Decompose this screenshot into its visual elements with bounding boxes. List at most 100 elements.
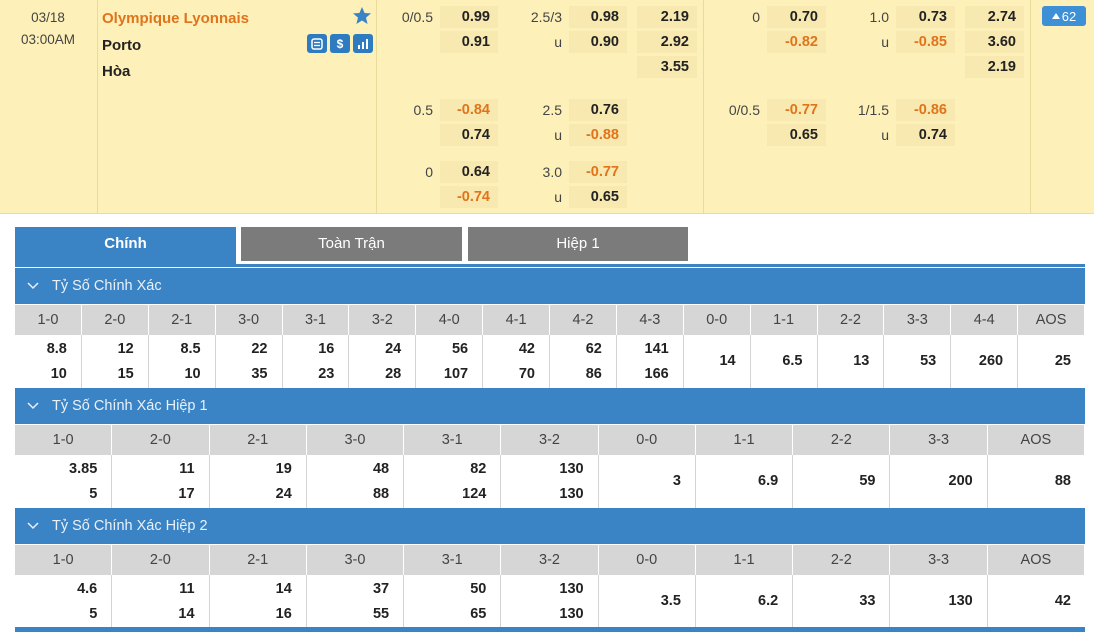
odds-value[interactable]: 28 bbox=[385, 362, 401, 387]
odds-value[interactable]: 23 bbox=[318, 362, 334, 387]
score-odds-cell[interactable]: 16 23 bbox=[282, 335, 350, 389]
score-odds-cell[interactable]: 88 bbox=[987, 455, 1085, 509]
odds-cell[interactable]: 0.99 bbox=[440, 6, 498, 28]
odds-cell[interactable]: 0.70 bbox=[767, 6, 826, 28]
score-odds-cell[interactable]: 42 bbox=[987, 575, 1085, 629]
odds-cell[interactable]: -0.86 bbox=[896, 99, 955, 121]
score-odds-cell[interactable]: 260 bbox=[951, 335, 1019, 389]
odds-value[interactable]: 13 bbox=[853, 349, 869, 374]
score-odds-cell[interactable]: 3.5 bbox=[598, 575, 696, 629]
score-odds-cell[interactable]: 6.9 bbox=[695, 455, 794, 509]
odds-cell[interactable]: 3.60 bbox=[965, 31, 1024, 53]
odds-cell[interactable]: 0.74 bbox=[440, 124, 498, 146]
odds-value[interactable]: 5 bbox=[89, 482, 97, 507]
odds-value[interactable]: 24 bbox=[385, 337, 401, 362]
odds-value[interactable]: 130 bbox=[559, 577, 583, 602]
more-odds-button[interactable]: 62 bbox=[1042, 6, 1086, 26]
odds-value[interactable]: 11 bbox=[179, 457, 194, 482]
score-odds-cell[interactable]: 13 bbox=[817, 335, 885, 389]
odds-value[interactable]: 24 bbox=[276, 482, 292, 507]
odds-value[interactable]: 14 bbox=[719, 349, 735, 374]
odds-value[interactable]: 200 bbox=[949, 469, 973, 494]
odds-value[interactable]: 70 bbox=[519, 362, 535, 387]
odds-value[interactable]: 53 bbox=[920, 349, 936, 374]
favorite-star-icon[interactable] bbox=[352, 6, 372, 26]
odds-cell[interactable]: -0.77 bbox=[569, 161, 627, 183]
odds-cell[interactable]: 3.55 bbox=[637, 56, 697, 78]
odds-value[interactable]: 42 bbox=[1055, 589, 1071, 614]
score-odds-cell[interactable]: 62 86 bbox=[550, 335, 617, 389]
odds-value[interactable]: 82 bbox=[470, 457, 486, 482]
score-odds-cell[interactable]: 3 bbox=[598, 455, 696, 509]
score-odds-cell[interactable]: 14 16 bbox=[209, 575, 307, 629]
tab-full-match[interactable]: Toàn Trận bbox=[241, 227, 462, 261]
odds-cell[interactable]: -0.85 bbox=[896, 31, 955, 53]
score-odds-cell[interactable]: 130 bbox=[890, 575, 988, 629]
score-odds-cell[interactable]: 11 14 bbox=[112, 575, 210, 629]
odds-value[interactable]: 33 bbox=[859, 589, 875, 614]
score-odds-cell[interactable]: 19 24 bbox=[209, 455, 307, 509]
odds-cell[interactable]: 0.91 bbox=[440, 31, 498, 53]
odds-value[interactable]: 22 bbox=[251, 337, 267, 362]
odds-value[interactable]: 5 bbox=[89, 602, 97, 627]
score-odds-cell[interactable]: 3.85 5 bbox=[15, 455, 113, 509]
dollar-icon[interactable]: $ bbox=[330, 34, 350, 53]
odds-value[interactable]: 59 bbox=[859, 469, 875, 494]
odds-value[interactable]: 10 bbox=[51, 362, 67, 387]
odds-cell[interactable]: 2.19 bbox=[965, 56, 1024, 78]
odds-cell[interactable]: -0.84 bbox=[440, 99, 498, 121]
odds-value[interactable]: 62 bbox=[586, 337, 602, 362]
odds-value[interactable]: 6.5 bbox=[782, 349, 802, 374]
odds-value[interactable]: 141 bbox=[645, 337, 669, 362]
odds-cell[interactable]: 2.19 bbox=[637, 6, 697, 28]
score-odds-cell[interactable]: 42 70 bbox=[483, 335, 550, 389]
odds-value[interactable]: 86 bbox=[586, 362, 602, 387]
odds-value[interactable]: 14 bbox=[276, 577, 292, 602]
score-odds-cell[interactable]: 24 28 bbox=[349, 335, 417, 389]
odds-cell[interactable]: 0.65 bbox=[767, 124, 826, 146]
chevron-down-icon[interactable] bbox=[25, 268, 41, 304]
odds-value[interactable]: 8.5 bbox=[180, 337, 200, 362]
odds-value[interactable]: 166 bbox=[645, 362, 669, 387]
odds-cell[interactable]: 2.92 bbox=[637, 31, 697, 53]
score-odds-cell[interactable]: 33 bbox=[793, 575, 891, 629]
score-odds-cell[interactable]: 4.6 5 bbox=[15, 575, 113, 629]
odds-value[interactable]: 124 bbox=[462, 482, 486, 507]
score-odds-cell[interactable]: 11 17 bbox=[112, 455, 210, 509]
odds-value[interactable]: 37 bbox=[373, 577, 389, 602]
odds-cell[interactable]: 0.73 bbox=[896, 6, 955, 28]
score-odds-cell[interactable]: 48 88 bbox=[306, 455, 405, 509]
odds-cell[interactable]: -0.82 bbox=[767, 31, 826, 53]
odds-value[interactable]: 6.9 bbox=[758, 469, 778, 494]
odds-cell[interactable]: 2.74 bbox=[965, 6, 1024, 28]
section-header[interactable]: Tỷ Số Chính Xác Hiệp 1 bbox=[15, 388, 1085, 424]
odds-value[interactable]: 3 bbox=[673, 469, 681, 494]
odds-cell[interactable]: -0.77 bbox=[767, 99, 826, 121]
score-odds-cell[interactable]: 141 166 bbox=[616, 335, 684, 389]
chevron-down-icon[interactable] bbox=[25, 388, 41, 424]
odds-value[interactable]: 35 bbox=[251, 362, 267, 387]
odds-cell[interactable]: -0.74 bbox=[440, 186, 498, 208]
odds-cell[interactable]: 0.74 bbox=[896, 124, 955, 146]
stats-book-icon[interactable] bbox=[307, 34, 327, 53]
score-odds-cell[interactable]: 22 35 bbox=[215, 335, 283, 389]
odds-cell[interactable]: 0.64 bbox=[440, 161, 498, 183]
odds-value[interactable]: 3.85 bbox=[69, 457, 97, 482]
away-team[interactable]: Porto bbox=[102, 37, 141, 54]
odds-value[interactable]: 17 bbox=[178, 482, 194, 507]
odds-value[interactable]: 88 bbox=[373, 482, 389, 507]
score-odds-cell[interactable]: 56 107 bbox=[416, 335, 484, 389]
score-odds-cell[interactable]: 37 55 bbox=[306, 575, 405, 629]
odds-value[interactable]: 14 bbox=[178, 602, 194, 627]
odds-cell[interactable]: 0.76 bbox=[569, 99, 627, 121]
section-header[interactable]: Tỷ Số Chính Xác bbox=[15, 268, 1085, 304]
score-odds-cell[interactable]: 8.8 10 bbox=[15, 335, 82, 389]
odds-value[interactable]: 12 bbox=[118, 337, 134, 362]
odds-value[interactable]: 130 bbox=[949, 589, 973, 614]
odds-cell[interactable]: 0.98 bbox=[569, 6, 627, 28]
odds-value[interactable]: 56 bbox=[452, 337, 468, 362]
odds-cell[interactable]: 0.65 bbox=[569, 186, 627, 208]
odds-value[interactable]: 4.6 bbox=[77, 577, 97, 602]
tab-first-half[interactable]: Hiệp 1 bbox=[468, 227, 688, 261]
odds-value[interactable]: 15 bbox=[118, 362, 134, 387]
